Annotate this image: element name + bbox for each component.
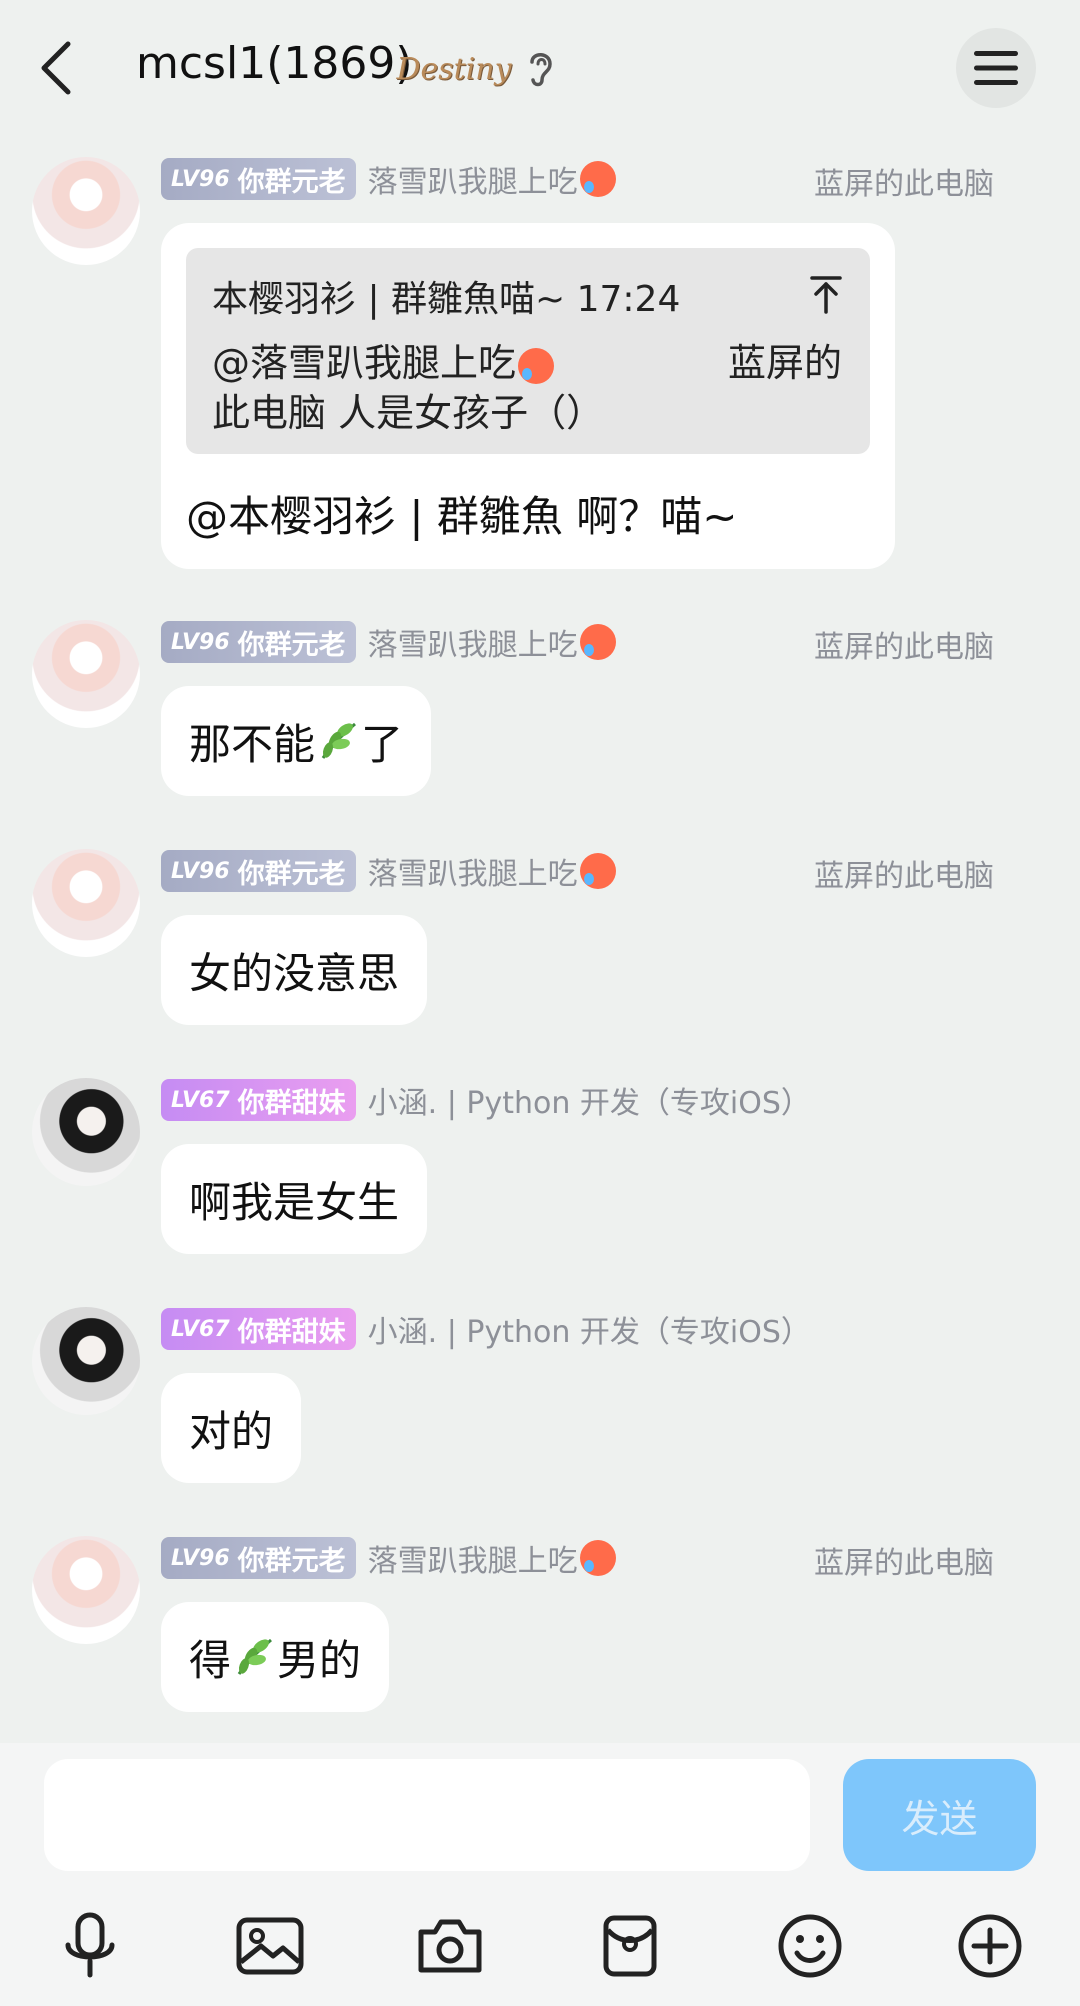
- emoji-icon: [778, 1914, 842, 1978]
- reply-bubble[interactable]: 本樱羽衫 | 群雛魚喵~ 17:24 @落雪趴我腿上吃 蓝屏的 此电脑 人是女孩…: [161, 223, 895, 569]
- group-title: mcsl1(1869): [136, 38, 413, 89]
- avatar[interactable]: [32, 157, 140, 265]
- menu-button[interactable]: [956, 28, 1036, 108]
- hot-face-emoji-icon: [579, 624, 616, 660]
- avatar[interactable]: [32, 1536, 140, 1644]
- message-input[interactable]: [44, 1759, 810, 1871]
- message-meta: LV67 你群甜妹 小涵. | Python 开发（专攻iOS）: [161, 1078, 811, 1122]
- member-title: 蓝屏的此电脑: [814, 167, 994, 202]
- message-meta: LV96 你群元老 落雪趴我腿上吃: [161, 620, 616, 664]
- image-icon: [236, 1917, 304, 1975]
- level-label: LV96: [171, 629, 230, 655]
- quoted-message[interactable]: 本樱羽衫 | 群雛魚喵~ 17:24 @落雪趴我腿上吃 蓝屏的 此电脑 人是女孩…: [186, 248, 870, 454]
- message-text: @本樱羽衫 | 群雛魚 啊？喵~: [186, 492, 738, 541]
- member-title: 蓝屏的此电脑: [814, 1546, 994, 1581]
- message-text: 得: [189, 1635, 232, 1685]
- plus-button[interactable]: [950, 1906, 1030, 1986]
- message-meta: LV96 你群元老 落雪趴我腿上吃: [161, 1536, 616, 1580]
- quote-text-right: 蓝屏的: [727, 341, 842, 385]
- avatar[interactable]: [32, 1307, 140, 1415]
- microphone-icon: [65, 1912, 115, 1978]
- hamburger-icon: [974, 51, 1018, 85]
- sender-name[interactable]: 落雪趴我腿上吃: [368, 157, 578, 201]
- rank-label: 你群元老: [237, 629, 346, 661]
- red-packet-icon: [603, 1915, 657, 1977]
- level-tag: LV96 你群元老: [161, 850, 356, 892]
- jump-to-quote-icon[interactable]: [808, 274, 844, 314]
- message-text: 那不能: [189, 719, 316, 769]
- send-button[interactable]: 发送: [843, 1759, 1036, 1871]
- level-tag: LV96 你群元老: [161, 621, 356, 663]
- hot-face-emoji-icon: [579, 161, 616, 197]
- hot-face-emoji-icon: [579, 1540, 616, 1576]
- avatar[interactable]: [32, 620, 140, 728]
- red-packet-button[interactable]: [590, 1906, 670, 1986]
- message-bubble[interactable]: 得 男的: [161, 1602, 390, 1712]
- message-meta: LV67 你群甜妹 小涵. | Python 开发（专攻iOS）: [161, 1307, 811, 1351]
- sender-name[interactable]: 小涵. | Python 开发（专攻iOS）: [368, 1078, 811, 1122]
- level-tag: LV67 你群甜妹: [161, 1308, 356, 1350]
- plus-icon: [958, 1914, 1022, 1978]
- hot-face-emoji-icon: [518, 347, 555, 384]
- level-label: LV67: [171, 1087, 230, 1113]
- sender-name[interactable]: 落雪趴我腿上吃: [368, 1536, 578, 1580]
- message-meta: LV96 你群元老 落雪趴我腿上吃: [161, 849, 616, 893]
- avatar[interactable]: [32, 849, 140, 957]
- rank-label: 你群元老: [237, 1545, 346, 1577]
- camera-button[interactable]: [410, 1906, 490, 1986]
- quote-text-line2: 此电脑 人是女孩子（）: [212, 391, 605, 435]
- chevron-left-icon: [41, 41, 71, 95]
- sender-name[interactable]: 小涵. | Python 开发（专攻iOS）: [368, 1307, 811, 1351]
- message-text: 了: [361, 719, 404, 769]
- message-bubble[interactable]: 女的没意思: [161, 915, 428, 1025]
- input-bar: 发送: [0, 1743, 1080, 2006]
- rank-label: 你群甜妹: [237, 1316, 346, 1348]
- message-meta: LV96 你群元老 落雪趴我腿上吃: [161, 157, 616, 201]
- rank-label: 你群甜妹: [237, 1087, 346, 1119]
- back-button[interactable]: [34, 36, 82, 100]
- camera-icon: [418, 1919, 482, 1973]
- level-label: LV96: [171, 858, 230, 884]
- level-label: LV96: [171, 166, 230, 192]
- quote-author-time: 本樱羽衫 | 群雛魚喵~ 17:24: [212, 279, 681, 320]
- emoji-button[interactable]: [770, 1906, 850, 1986]
- chat-screen: mcsl1(1869) Destiny LV96 你群元老 落雪趴我腿上吃 蓝屏…: [0, 0, 1080, 2006]
- message-bubble[interactable]: 那不能 了: [161, 686, 432, 796]
- herb-emoji-icon: [321, 722, 356, 759]
- level-label: LV96: [171, 1545, 230, 1571]
- message-text: 男的: [277, 1635, 362, 1685]
- herb-emoji-icon: [237, 1638, 272, 1675]
- quote-mention: @落雪趴我腿上吃: [212, 341, 517, 385]
- image-button[interactable]: [230, 1906, 310, 1986]
- member-title: 蓝屏的此电脑: [814, 630, 994, 665]
- rank-label: 你群元老: [237, 858, 346, 890]
- message-bubble[interactable]: 对的: [161, 1373, 302, 1483]
- hot-face-emoji-icon: [579, 853, 616, 889]
- level-label: LV67: [171, 1316, 230, 1342]
- destiny-badge: Destiny: [396, 51, 512, 87]
- level-tag: LV96 你群元老: [161, 1537, 356, 1579]
- quote-text-line1: @落雪趴我腿上吃: [212, 332, 555, 387]
- message-bubble[interactable]: 啊我是女生: [161, 1144, 428, 1254]
- chat-header: mcsl1(1869) Destiny: [0, 0, 1080, 140]
- level-tag: LV67 你群甜妹: [161, 1079, 356, 1121]
- ear-icon[interactable]: [520, 46, 560, 90]
- rank-label: 你群元老: [237, 166, 346, 198]
- sender-name[interactable]: 落雪趴我腿上吃: [368, 620, 578, 664]
- sender-name[interactable]: 落雪趴我腿上吃: [368, 849, 578, 893]
- microphone-button[interactable]: [50, 1906, 130, 1986]
- member-title: 蓝屏的此电脑: [814, 859, 994, 894]
- level-tag: LV96 你群元老: [161, 158, 356, 200]
- avatar[interactable]: [32, 1078, 140, 1186]
